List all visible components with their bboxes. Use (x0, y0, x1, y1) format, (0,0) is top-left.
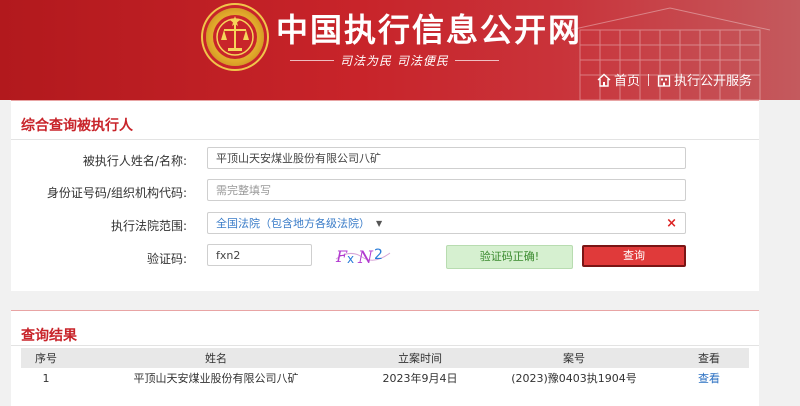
view-link[interactable]: 查看 (698, 372, 720, 385)
cell-index: 1 (42, 371, 50, 385)
col-header-date: 立案时间 (361, 348, 479, 368)
svg-text:x: x (347, 252, 354, 266)
clear-icon[interactable]: × (666, 213, 677, 233)
home-icon (597, 73, 611, 87)
slogan-line-left (290, 59, 334, 61)
captcha-verified-badge: 验证码正确! (446, 245, 573, 269)
cell-name: 平顶山天安煤业股份有限公司八矿 (133, 372, 299, 385)
court-scope-select[interactable]: 全国法院（包含地方各级法院） ▼ × (207, 212, 686, 234)
col-header-action: 查看 (669, 348, 749, 368)
table-header-row: 序号 姓名 立案时间 案号 查看 (21, 348, 749, 368)
cell-date: 2023年9月4日 (382, 372, 458, 385)
query-button[interactable]: 查询 (582, 245, 686, 267)
nav-home[interactable]: 首页 (597, 70, 640, 89)
nav-divider (647, 73, 649, 86)
title-divider (11, 139, 759, 140)
slogan-row: 司法为民 司法便民 (290, 52, 499, 68)
header-banner: 中国执行信息公开网 司法为民 司法便民 首页 执行公开服务 (0, 0, 800, 100)
court-scope-value: 全国法院（包含地方各级法院） (216, 217, 370, 230)
results-title-divider (11, 345, 759, 346)
results-panel-title: 查询结果 (21, 328, 77, 344)
nav-home-label: 首页 (613, 74, 640, 89)
col-header-case-no: 案号 (479, 348, 669, 368)
court-emblem-logo (206, 8, 264, 66)
svg-text:2: 2 (374, 247, 383, 263)
slogan-line-right (454, 59, 499, 61)
court-scope-label: 执行法院范围: (110, 219, 187, 233)
name-input[interactable]: 平顶山天安煤业股份有限公司八矿 (207, 147, 686, 169)
results-table: 序号 姓名 立案时间 案号 查看 1 平顶山天安煤业股份有限公司八矿 2023年… (21, 348, 749, 388)
svg-text:N: N (357, 248, 374, 267)
id-number-label: 身份证号码/组织机构代码: (46, 186, 187, 200)
slogan: 司法为民 司法便民 (340, 53, 449, 68)
cell-case-no: (2023)豫0403执1904号 (511, 372, 637, 385)
search-panel-title: 综合查询被执行人 (21, 118, 133, 134)
chevron-down-icon: ▼ (376, 219, 383, 228)
captcha-image[interactable]: F x N 2 (332, 243, 394, 267)
col-header-index: 序号 (21, 348, 71, 368)
id-number-input[interactable]: 需完整填写 (207, 179, 686, 201)
nav-enforcement-service-label: 执行公开服务 (673, 74, 752, 89)
table-row: 1 平顶山天安煤业股份有限公司八矿 2023年9月4日 (2023)豫0403执… (21, 368, 749, 388)
results-panel: 查询结果 序号 姓名 立案时间 案号 查看 1 平顶山天安煤业股份有限公司八矿 … (11, 310, 759, 406)
site-title: 中国执行信息公开网 (276, 11, 583, 49)
captcha-label: 验证码: (146, 252, 187, 266)
nav-enforcement-service[interactable]: 执行公开服务 (657, 70, 752, 89)
top-nav: 首页 执行公开服务 (597, 70, 752, 89)
captcha-input[interactable]: fxn2 (207, 244, 312, 266)
building-icon (657, 74, 671, 87)
col-header-name: 姓名 (71, 348, 361, 368)
name-label: 被执行人姓名/名称: (82, 154, 187, 168)
